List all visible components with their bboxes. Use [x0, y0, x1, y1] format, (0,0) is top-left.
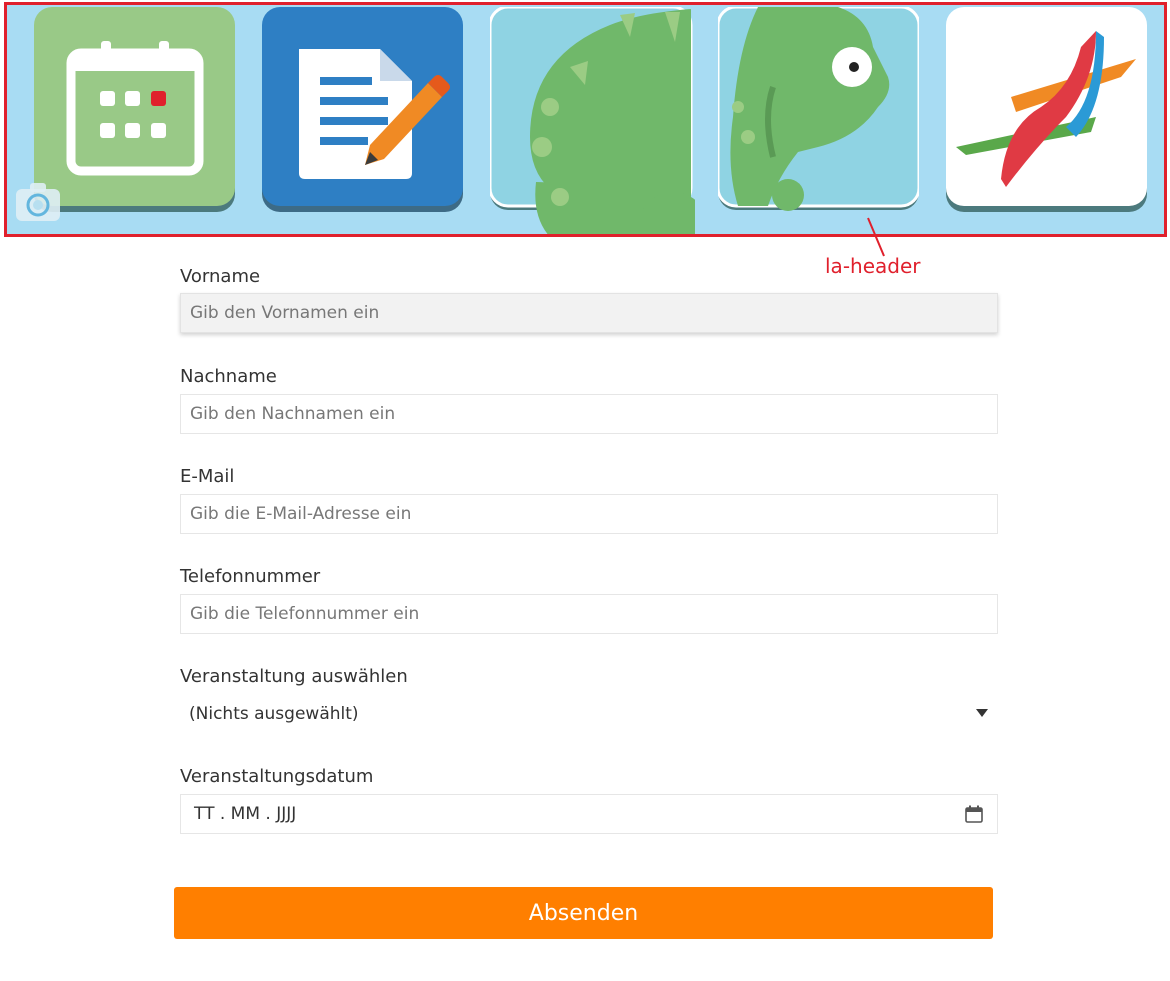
nachname-input[interactable]	[180, 394, 998, 434]
veranstaltung-select[interactable]: (Nichts ausgewählt)	[180, 694, 998, 734]
vorname-label: Vorname	[180, 266, 261, 287]
annotation-pointer-line	[867, 217, 885, 257]
calendar-tile[interactable]	[34, 7, 235, 212]
email-input[interactable]	[180, 494, 998, 534]
dna-tile[interactable]	[946, 7, 1147, 212]
caret-down-icon	[976, 709, 988, 717]
document-tile[interactable]	[262, 7, 463, 212]
nachname-label: Nachname	[180, 366, 277, 387]
document-pencil-icon	[262, 7, 463, 212]
chameleon-body-tile[interactable]	[490, 7, 695, 234]
datum-input[interactable]: TT . MM . JJJJ	[180, 794, 998, 834]
chameleon-head-icon	[718, 7, 919, 211]
camera-icon[interactable]	[16, 183, 60, 221]
vorname-input[interactable]	[180, 293, 998, 333]
datum-placeholder: TT . MM . JJJJ	[194, 804, 297, 824]
telefon-label: Telefonnummer	[180, 566, 321, 587]
datum-label: Veranstaltungsdatum	[180, 766, 374, 787]
chameleon-body-icon	[490, 7, 695, 234]
email-label: E-Mail	[180, 466, 235, 487]
dna-ribbon-icon	[946, 7, 1147, 212]
calendar-picker-icon[interactable]	[965, 805, 983, 823]
calendar-icon	[34, 7, 235, 212]
la-header	[4, 2, 1167, 237]
annotation-label: la-header	[825, 254, 921, 278]
telefon-input[interactable]	[180, 594, 998, 634]
chameleon-head-tile[interactable]	[718, 7, 919, 212]
submit-button[interactable]: Absenden	[174, 887, 993, 939]
veranstaltung-selected-value: (Nichts ausgewählt)	[189, 704, 359, 724]
veranstaltung-label: Veranstaltung auswählen	[180, 666, 408, 687]
